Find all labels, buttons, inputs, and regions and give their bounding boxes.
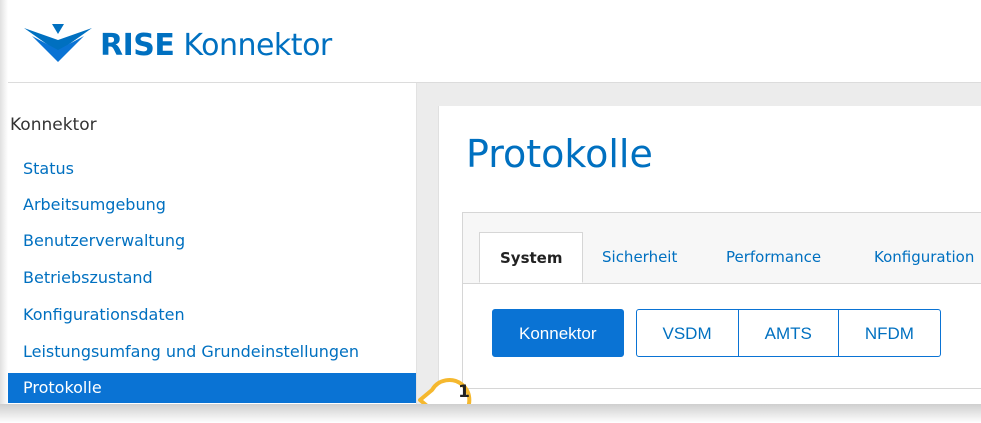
brand-title: RISE Konnektor <box>100 28 332 63</box>
app-window: RISE Konnektor Konnektor Status Arbeitsu… <box>0 0 981 423</box>
tab-sicherheit[interactable]: Sicherheit <box>602 232 677 283</box>
tab-performance[interactable]: Performance <box>726 232 821 283</box>
tab-bar: System Sicherheit Performance Konfigurat… <box>463 213 981 284</box>
app-header: RISE Konnektor <box>8 0 981 83</box>
sidebar-item-konfigurationsdaten[interactable]: Konfigurationsdaten <box>8 300 416 330</box>
sidebar-item-status[interactable]: Status <box>8 154 416 184</box>
rise-logo-icon <box>24 24 92 62</box>
tabs-panel: System Sicherheit Performance Konfigurat… <box>462 212 981 389</box>
content-card: Protokolle System Sicherheit Performance… <box>438 106 981 406</box>
sidebar-item-arbeitsumgebung[interactable]: Arbeitsumgebung <box>8 190 416 220</box>
page-title: Protokolle <box>466 132 653 176</box>
sidebar-title: Konnektor <box>10 115 97 135</box>
sidebar-item-benutzerverwaltung[interactable]: Benutzerverwaltung <box>8 226 416 256</box>
tab-konfiguration[interactable]: Konfiguration <box>874 232 974 283</box>
sidebar-item-betriebszustand[interactable]: Betriebszustand <box>8 263 416 293</box>
tab-system[interactable]: System <box>479 232 584 283</box>
nfdm-button[interactable]: NFDM <box>838 309 941 357</box>
sidebar-item-protokolle[interactable]: Protokolle <box>8 373 416 403</box>
sidebar-item-leistungsumfang[interactable]: Leistungsumfang und Grundeinstellungen <box>8 337 416 367</box>
callout-number: 1 <box>458 382 470 402</box>
konnektor-button[interactable]: Konnektor <box>492 309 624 357</box>
amts-button[interactable]: AMTS <box>738 309 839 357</box>
log-source-buttons: Konnektor VSDM AMTS NFDM <box>492 309 941 357</box>
sidebar: Konnektor Status Arbeitsumgebung Benutze… <box>8 83 417 405</box>
main-content: Protokolle System Sicherheit Performance… <box>417 83 981 406</box>
vsdm-button[interactable]: VSDM <box>635 309 739 357</box>
